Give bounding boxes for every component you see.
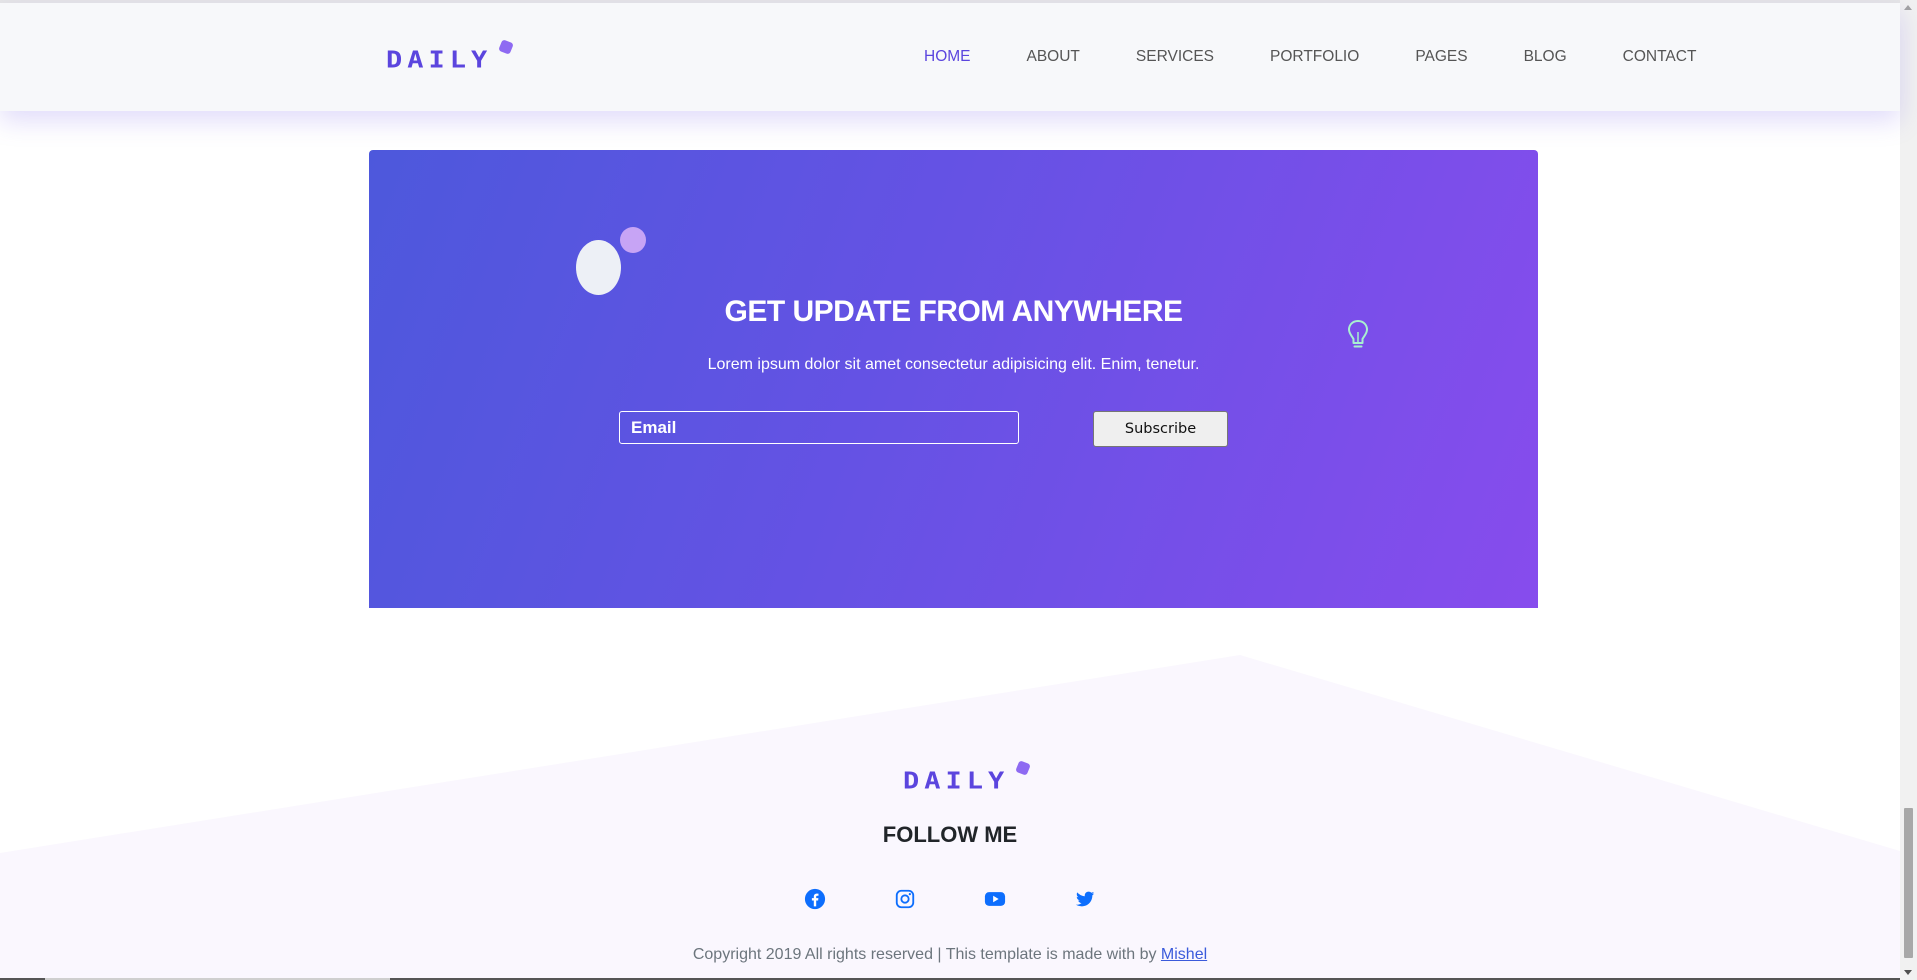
copyright-text: Copyright 2019 All rights reserved | Thi… (0, 946, 1900, 964)
author-link[interactable]: Mishel (1161, 946, 1207, 963)
social-links (0, 888, 1900, 910)
subscribe-banner: GET UPDATE FROM ANYWHERE Lorem ipsum dol… (369, 150, 1538, 608)
footer-logo[interactable]: DAILY (903, 760, 1032, 797)
footer-logo-text: DAILY (903, 768, 1010, 795)
nav-item-portfolio[interactable]: PORTFOLIO (1270, 48, 1359, 66)
footer-background-shape (0, 655, 1900, 980)
scrollbar-thumb[interactable] (1904, 808, 1913, 958)
nav-item-contact[interactable]: CONTACT (1623, 48, 1697, 66)
subscribe-button[interactable]: Subscribe (1093, 411, 1228, 447)
subscribe-title: GET UPDATE FROM ANYWHERE (724, 295, 1184, 328)
follow-title: FOLLOW ME (882, 822, 1018, 847)
nav-item-services[interactable]: SERVICES (1136, 48, 1214, 66)
subscribe-subtitle: Lorem ipsum dolor sit amet consectetur a… (707, 356, 1200, 373)
decor-bubble-small (620, 227, 646, 253)
vertical-scrollbar[interactable] (1900, 0, 1917, 980)
scroll-down-arrow-icon[interactable] (1904, 970, 1912, 975)
scroll-up-arrow-icon[interactable] (1904, 5, 1912, 10)
logo-text: DAILY (386, 47, 493, 74)
nav-item-home[interactable]: HOME (924, 48, 971, 66)
decor-bubble-large (576, 240, 621, 295)
nav-menu: HOME ABOUT SERVICES PORTFOLIO PAGES BLOG… (924, 3, 1900, 111)
copyright-label: Copyright 2019 All rights reserved | Thi… (692, 946, 1161, 963)
twitter-icon[interactable] (1074, 888, 1096, 910)
nav-item-about[interactable]: ABOUT (1027, 48, 1080, 66)
site-logo[interactable]: DAILY (386, 39, 515, 76)
email-field[interactable] (619, 411, 1019, 444)
nav-item-blog[interactable]: BLOG (1524, 48, 1567, 66)
logo-dot (498, 39, 515, 55)
instagram-icon[interactable] (894, 888, 916, 910)
facebook-icon[interactable] (804, 888, 826, 910)
navbar: DAILY HOME ABOUT SERVICES PORTFOLIO PAGE… (0, 3, 1900, 111)
youtube-icon[interactable] (984, 888, 1006, 910)
nav-item-pages[interactable]: PAGES (1415, 48, 1467, 66)
